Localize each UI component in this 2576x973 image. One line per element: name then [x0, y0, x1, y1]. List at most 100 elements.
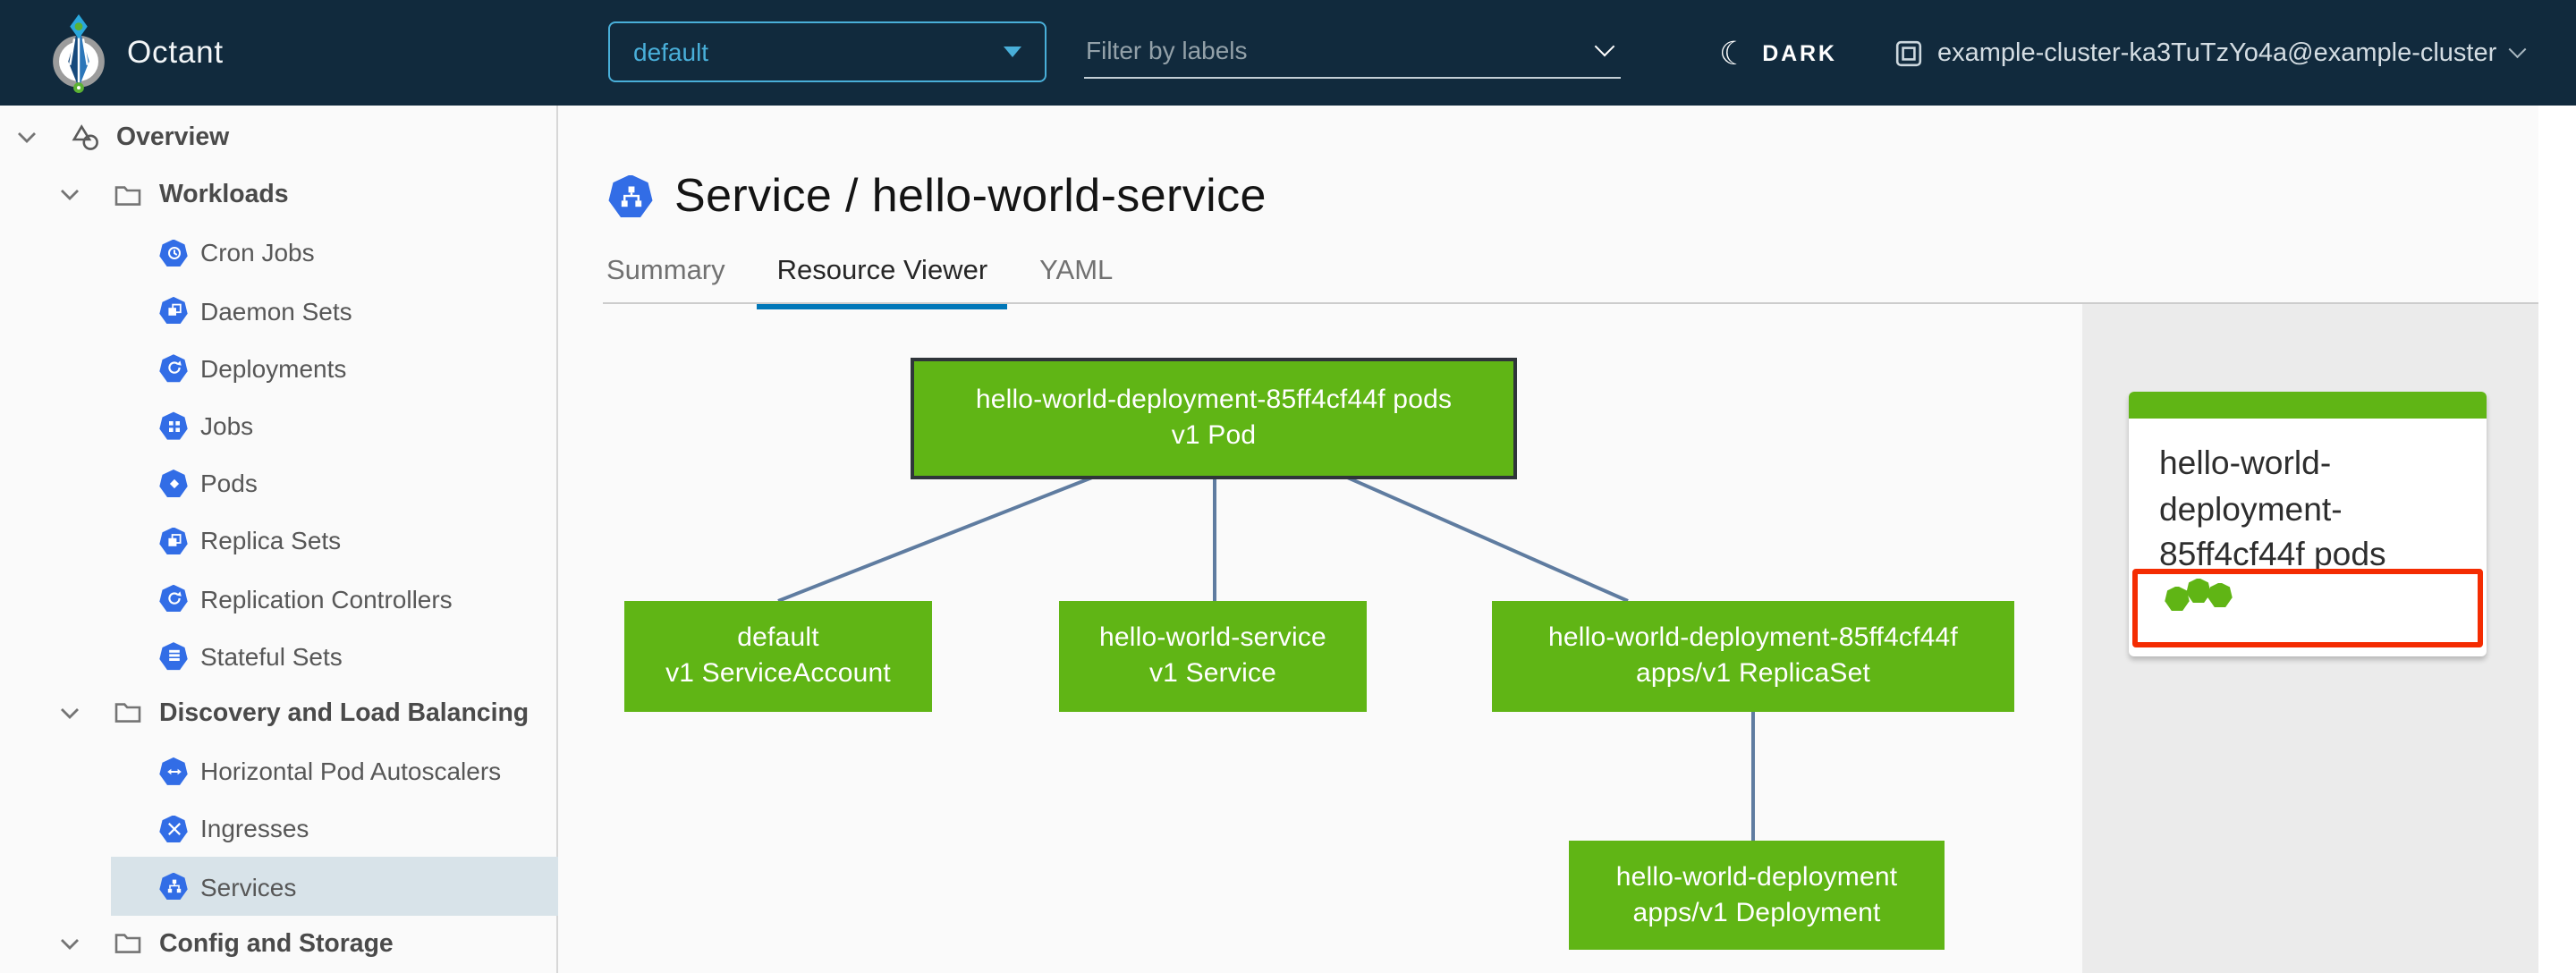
sidebar-item-label: Replica Sets — [200, 526, 342, 555]
sidebar-item-label: Overview — [116, 123, 230, 153]
sidebar-item-overview[interactable]: Overview — [0, 109, 556, 166]
sidebar-item-replica-sets[interactable]: Replica Sets — [0, 512, 556, 570]
folder-icon — [113, 929, 143, 958]
sidebar-item-label: Jobs — [200, 411, 254, 441]
octant-app: Octant default ☾ DARK example-cluster-ka… — [0, 0, 2576, 973]
page-title-row: Service / hello-world-service — [608, 168, 1267, 224]
node-name: hello-world-deployment — [1615, 861, 1898, 893]
sidebar-item-label: Workloads — [159, 181, 289, 210]
sidebar-item-workloads[interactable]: Workloads — [0, 166, 556, 224]
sidebar-item-label: Discovery and Load Balancing — [159, 698, 530, 728]
chevron-down-icon[interactable] — [16, 131, 38, 145]
tab-bar: Summary Resource Viewer YAML — [606, 256, 1113, 309]
card-title: hello-world-deployment-85ff4cf44f pods — [2159, 444, 2386, 573]
pod-ok-dot — [2186, 578, 2211, 603]
tab-summary[interactable]: Summary — [606, 256, 725, 309]
folder-icon — [113, 182, 143, 210]
sidebar-item-horizontal-pod-autoscalers[interactable]: Horizontal Pod Autoscalers — [0, 742, 556, 800]
sidebar-item-deployments[interactable]: Deployments — [0, 340, 556, 397]
sidebar-item-daemon-sets[interactable]: Daemon Sets — [0, 282, 556, 339]
sidebar-item-config-and-storage[interactable]: Config and Storage — [0, 915, 556, 972]
sidebar-item-discovery-and-load-balancing[interactable]: Discovery and Load Balancing — [0, 685, 556, 742]
app-title: Octant — [127, 34, 224, 70]
cluster-icon — [1895, 39, 1922, 66]
node-kind: apps/v1 ReplicaSet — [1635, 658, 1871, 689]
graph-node-deployment[interactable]: hello-world-deployment apps/v1 Deploymen… — [1569, 841, 1945, 950]
service-icon — [608, 174, 653, 217]
tab-yaml[interactable]: YAML — [1039, 256, 1113, 309]
chevron-down-icon[interactable] — [59, 706, 80, 721]
pod-ok-dot — [2207, 582, 2233, 607]
chevron-down-icon[interactable] — [59, 936, 80, 951]
folder-icon — [113, 699, 143, 728]
replication-controller-icon — [159, 584, 188, 613]
graph-node-service[interactable]: hello-world-service v1 Service — [1059, 601, 1367, 712]
sidebar-item-services[interactable]: Services — [111, 857, 558, 916]
pod-ok-dot — [2165, 586, 2190, 611]
sidebar-item-cron-jobs[interactable]: Cron Jobs — [0, 224, 556, 282]
node-kind: v1 Pod — [1171, 420, 1257, 451]
graph-node-pods[interactable]: hello-world-deployment-85ff4cf44f pods v… — [911, 358, 1517, 479]
chevron-down-icon[interactable] — [59, 189, 80, 203]
service-icon — [159, 872, 188, 901]
sidebar-item-label: Config and Storage — [159, 929, 394, 959]
chevron-down-icon[interactable] — [1594, 35, 1615, 56]
sidebar-item-replication-controllers[interactable]: Replication Controllers — [0, 570, 556, 627]
namespace-dropdown[interactable]: default — [608, 21, 1046, 82]
theme-toggle-label: DARK — [1762, 40, 1837, 65]
node-kind: apps/v1 Deployment — [1632, 897, 1881, 927]
node-name: hello-world-deployment-85ff4cf44f pods — [975, 385, 1453, 416]
sidebar-item-jobs[interactable]: Jobs — [0, 397, 556, 454]
selected-resource-card[interactable]: hello-world-deployment-85ff4cf44f pods — [2129, 392, 2487, 656]
pod-status-dots — [2138, 574, 2478, 611]
caret-down-icon — [1004, 47, 1021, 57]
header-bar: Octant default ☾ DARK example-cluster-ka… — [0, 0, 2576, 106]
deployment-icon — [159, 354, 188, 383]
page-title: Service / hello-world-service — [674, 168, 1267, 222]
node-name: hello-world-deployment-85ff4cf44f — [1548, 622, 1958, 654]
main-content: Service / hello-world-service Summary Re… — [558, 106, 2576, 973]
label-filter — [1084, 25, 1621, 79]
namespace-dropdown-value: default — [633, 38, 709, 66]
statefulset-icon — [159, 642, 188, 671]
sidebar-item-label: Deployments — [200, 353, 347, 383]
sidebar-nav: Overview Workloads Cron Jobs Daemon Sets — [0, 106, 558, 973]
octant-logo-icon — [52, 13, 106, 93]
node-name: hello-world-service — [1099, 622, 1326, 654]
ingress-icon — [159, 815, 188, 843]
sidebar-item-ingresses[interactable]: Ingresses — [0, 800, 556, 858]
moon-icon: ☾ — [1719, 35, 1749, 71]
node-name: default — [737, 622, 819, 654]
cluster-context-selector[interactable]: example-cluster-ka3TuTzYo4a@example-clus… — [1894, 0, 2525, 106]
graph-node-serviceaccount[interactable]: default v1 ServiceAccount — [624, 601, 932, 712]
pod-icon — [159, 469, 188, 497]
sidebar-item-label: Cron Jobs — [200, 238, 315, 267]
theme-toggle[interactable]: ☾ DARK — [1719, 0, 1837, 106]
pod-status-highlight-box — [2132, 569, 2483, 647]
node-kind: v1 Service — [1148, 658, 1277, 689]
tab-resource-viewer[interactable]: Resource Viewer — [757, 256, 1008, 309]
hpa-icon — [159, 757, 188, 785]
job-icon — [159, 411, 188, 440]
detail-panel: hello-world-deployment-85ff4cf44f pods — [2082, 304, 2538, 973]
label-filter-input[interactable] — [1084, 35, 1597, 67]
cronjob-icon — [159, 239, 188, 267]
sidebar-item-stateful-sets[interactable]: Stateful Sets — [0, 627, 556, 684]
sidebar-item-label: Horizontal Pod Autoscalers — [200, 757, 502, 786]
objects-icon — [70, 123, 100, 152]
chevron-down-icon — [2508, 40, 2525, 58]
node-kind: v1 ServiceAccount — [665, 658, 891, 689]
sidebar-item-label: Ingresses — [200, 814, 309, 843]
replicaset-icon — [159, 527, 188, 555]
sidebar-item-label: Replication Controllers — [200, 584, 453, 613]
sidebar-item-label: Pods — [200, 469, 258, 498]
sidebar-item-label: Services — [200, 872, 297, 901]
sidebar-item-label: Daemon Sets — [200, 296, 352, 326]
sidebar-item-pods[interactable]: Pods — [0, 454, 556, 512]
graph-node-replicaset[interactable]: hello-world-deployment-85ff4cf44f apps/v… — [1492, 601, 2014, 712]
resource-graph: hello-world-deployment-85ff4cf44f pods v… — [558, 304, 2082, 973]
right-gutter — [2538, 106, 2576, 973]
cluster-context-label: example-cluster-ka3TuTzYo4a@example-clus… — [1937, 38, 2497, 67]
sidebar-item-label: Stateful Sets — [200, 641, 343, 671]
daemonset-icon — [159, 296, 188, 325]
